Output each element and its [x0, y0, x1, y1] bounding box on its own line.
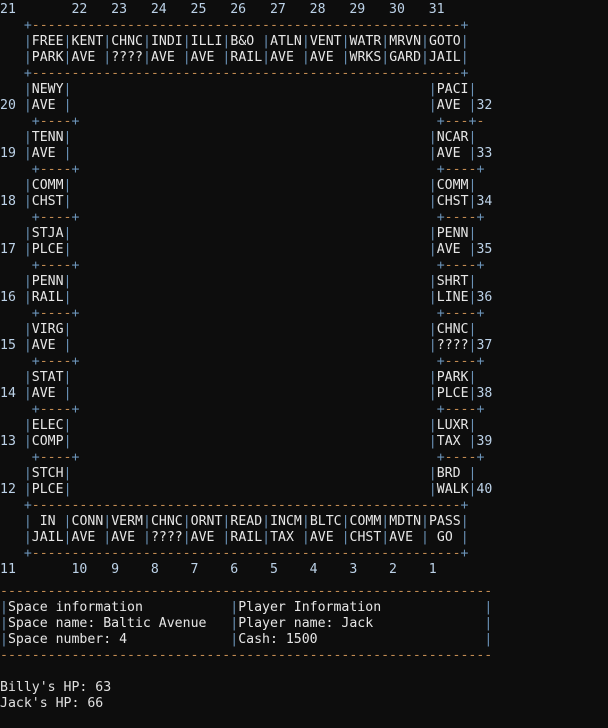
info-panel-heading-row: |Space information |Player Information | — [0, 600, 493, 615]
board-bottom-row-line2: |JAIL|AVE |AVE |????|AVE |RAIL|TAX |AVE … — [23, 530, 469, 545]
board-top-row-line1: |FREE|KENT|CHNC|INDI|ILLI|B&O |ATLN|VENT… — [23, 34, 469, 49]
board-border-above-bottom: +---------------------------------------… — [23, 498, 469, 513]
info-panel-name-row: |Space name: Baltic Avenue |Player name:… — [0, 616, 493, 631]
billy-hp-line: Billy's HP: 63 — [0, 680, 112, 695]
board-axis-bottom: 11 10 9 8 7 6 5 4 3 2 1 — [0, 562, 437, 577]
board-bottom-row-line1: | IN |CONN|VERM|CHNC|ORNT|READ|INCM|BLTC… — [23, 514, 469, 529]
board-side-rows: |NEWY| |PACI| 20 |AVE | |AVE |32 +----+ … — [0, 82, 493, 497]
info-panel-border-bottom: ----------------------------------------… — [0, 648, 493, 663]
board-border-top: +---------------------------------------… — [23, 18, 469, 33]
info-panel-border-top: ----------------------------------------… — [0, 584, 493, 599]
log-blank-line — [0, 712, 608, 728]
board-border-under-top: +---------------------------------------… — [23, 66, 469, 81]
status-log: Billy's HP: 63 Jack's HP: 66 Jack throws… — [0, 680, 608, 728]
terminal-screen: 21 22 23 24 25 26 27 28 29 30 31 +------… — [0, 0, 608, 728]
jack-hp-line: Jack's HP: 66 — [0, 696, 104, 711]
info-panel-number-cash-row: |Space number: 4 |Cash: 1500 | — [0, 632, 493, 647]
board-top-row-line2: |PARK|AVE |????|AVE |AVE |RAIL|AVE |AVE … — [23, 50, 469, 65]
board-axis-top: 21 22 23 24 25 26 27 28 29 30 31 — [0, 2, 445, 17]
board-border-bottom: +---------------------------------------… — [23, 546, 469, 561]
monopoly-board: 21 22 23 24 25 26 27 28 29 30 31 +------… — [0, 0, 608, 578]
info-panel: ----------------------------------------… — [0, 578, 608, 664]
